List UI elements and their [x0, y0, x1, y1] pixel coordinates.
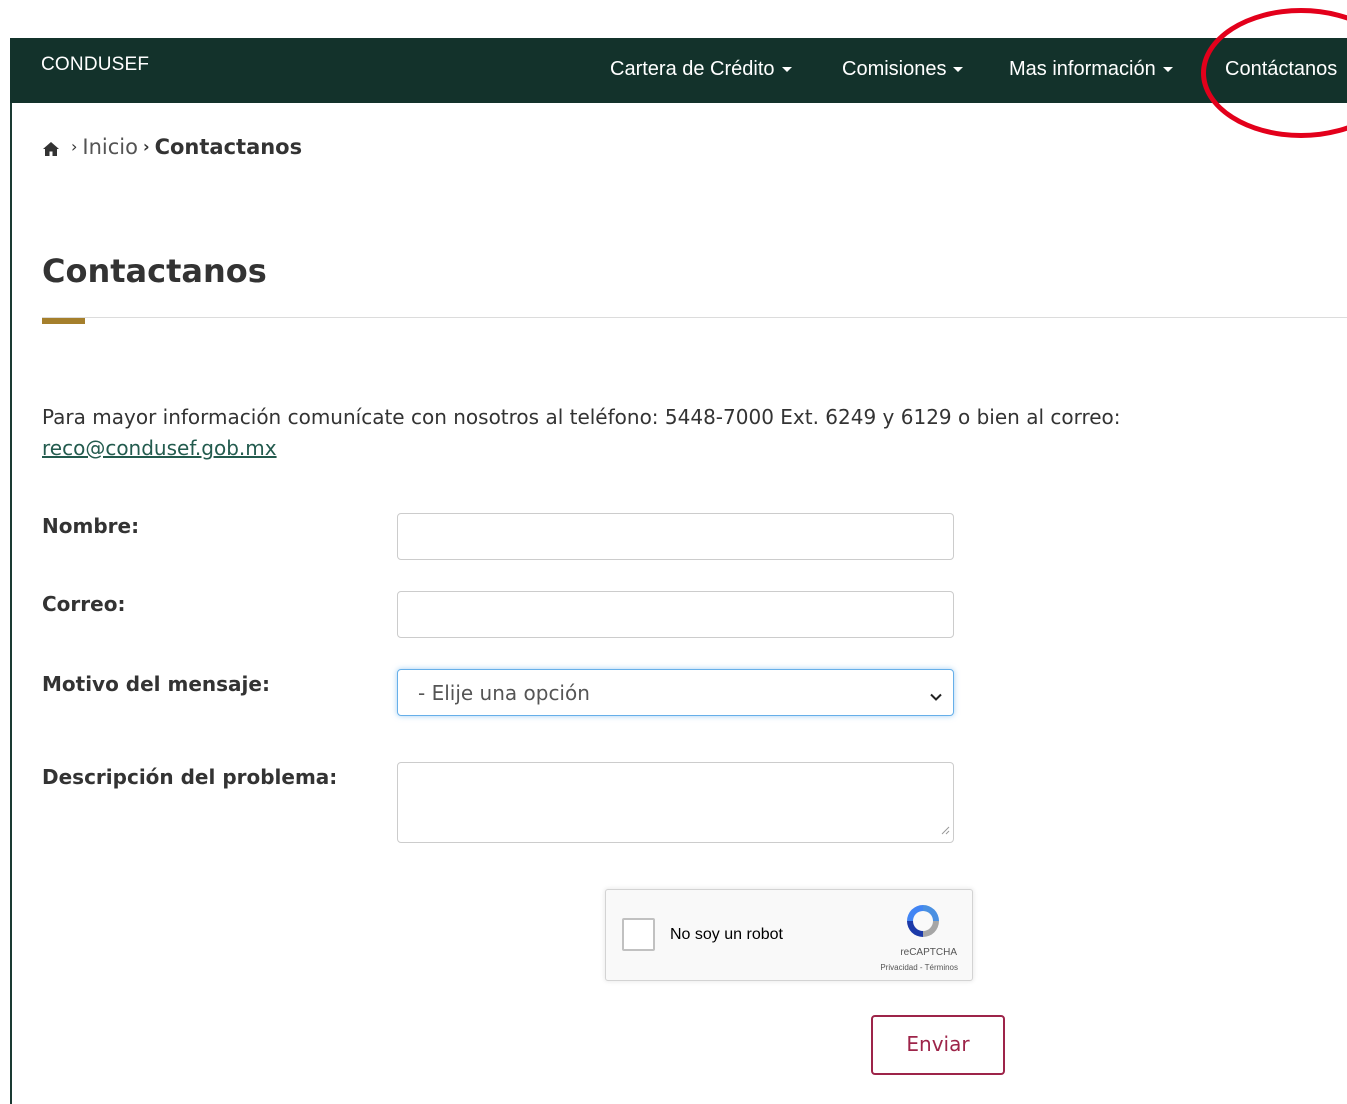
reason-select-value: - Elije una opción: [418, 681, 590, 705]
nav-item-label: Comisiones: [842, 58, 947, 80]
title-divider: [42, 317, 1347, 318]
top-navbar: CONDUSEF Cartera de Crédito Comisiones M…: [10, 38, 1347, 103]
name-label: Nombre:: [42, 514, 140, 538]
breadcrumb-item-current: Contactanos: [154, 135, 303, 159]
reason-select[interactable]: - Elije una opción: [397, 669, 954, 716]
page-left-border: [10, 38, 12, 1104]
page-title: Contactanos: [42, 252, 267, 290]
nav-item-comisiones[interactable]: Comisiones: [842, 58, 964, 81]
contact-email-link[interactable]: reco@condusef.gob.mx: [42, 436, 277, 460]
nav-item-contactanos[interactable]: Contáctanos: [1225, 58, 1337, 81]
submit-button[interactable]: Enviar: [871, 1015, 1005, 1075]
contact-intro: Para mayor información comunícate con no…: [42, 402, 1282, 464]
chevron-right-icon: ›: [71, 137, 78, 156]
email-field[interactable]: [397, 591, 954, 638]
contact-intro-text: Para mayor información comunícate con no…: [42, 405, 1121, 429]
recaptcha-logo-icon: [903, 901, 943, 945]
breadcrumb-item-inicio[interactable]: Inicio: [82, 135, 138, 159]
caret-down-icon: [781, 67, 792, 73]
nav-item-label: Mas información: [1009, 58, 1156, 80]
nav-item-mas-informacion[interactable]: Mas información: [1009, 58, 1173, 81]
recaptcha-label: No soy un robot: [670, 926, 783, 943]
recaptcha-terms-link[interactable]: Privacidad - Términos: [880, 963, 958, 972]
brand-logo-text[interactable]: CONDUSEF: [41, 54, 149, 76]
page: CONDUSEF Cartera de Crédito Comisiones M…: [0, 0, 1347, 1104]
description-label: Descripción del problema:: [42, 765, 338, 789]
home-icon[interactable]: [42, 138, 60, 162]
resize-handle-icon[interactable]: [941, 820, 950, 839]
nav-item-label: Contáctanos: [1225, 58, 1338, 80]
recaptcha-widget: No soy un robot reCAPTCHA Privacidad - T…: [605, 889, 973, 981]
recaptcha-brand: reCAPTCHA: [900, 947, 957, 958]
breadcrumb: › Inicio › Contactanos: [42, 135, 302, 162]
caret-down-icon: [1162, 67, 1173, 73]
title-accent-bar: [42, 318, 85, 324]
caret-down-icon: [953, 67, 964, 73]
name-field[interactable]: [397, 513, 954, 560]
description-textarea[interactable]: [397, 762, 954, 843]
nav-item-cartera-de-credito[interactable]: Cartera de Crédito: [610, 58, 792, 81]
nav-item-label: Cartera de Crédito: [610, 58, 775, 80]
chevron-down-icon: [930, 686, 942, 705]
email-label: Correo:: [42, 592, 126, 616]
reason-label: Motivo del mensaje:: [42, 672, 270, 696]
chevron-right-icon: ›: [142, 137, 150, 156]
recaptcha-checkbox[interactable]: [622, 918, 655, 951]
